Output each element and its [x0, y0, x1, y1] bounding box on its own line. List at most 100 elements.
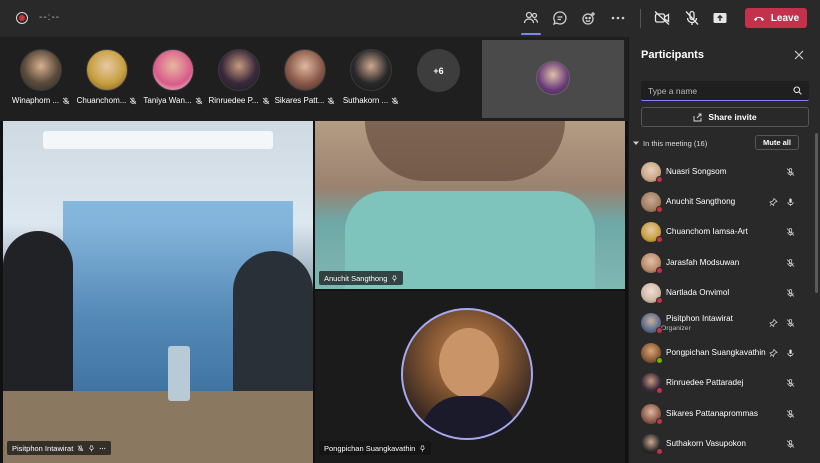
- mic-off-icon: [195, 97, 202, 104]
- share-invite-label: Share invite: [708, 112, 757, 122]
- list-item[interactable]: Sikares Pattanaprommas: [629, 399, 813, 429]
- list-item[interactable]: Jarasfah Modsuwan: [629, 248, 813, 278]
- avatar: [641, 192, 663, 214]
- participant-name: Jarasfah Modsuwan: [666, 257, 740, 267]
- participant-name: Pongpichan Suangkavathin: [324, 443, 416, 453]
- strip-participant[interactable]: Taniya Wan...: [141, 49, 205, 105]
- search-field[interactable]: [641, 81, 809, 101]
- video-grid: Pisitphon Intawirat Anuchit Sangthong Po…: [0, 121, 628, 463]
- participant-name: Anuchit Sangthong: [324, 273, 388, 283]
- video-tile[interactable]: Pisitphon Intawirat: [3, 121, 313, 463]
- list-item[interactable]: Pongpichan Suangkavathin: [629, 338, 813, 368]
- participant-name: Chuanchom Iamsa-Art: [666, 227, 748, 237]
- participant-role: Organizer: [661, 324, 691, 332]
- avatar: [641, 403, 663, 425]
- status-badge: [656, 327, 663, 335]
- mic-off-icon: [786, 288, 795, 297]
- video-name-label: Anuchit Sangthong: [319, 271, 404, 285]
- more-participants-button[interactable]: +6: [417, 49, 460, 92]
- avatar: [218, 49, 260, 91]
- chat-icon[interactable]: [550, 8, 570, 28]
- status-badge: [656, 266, 663, 274]
- mic-icon: [787, 349, 794, 358]
- participant-name: Sikares Patt...: [274, 96, 325, 105]
- reactions-icon[interactable]: [579, 8, 599, 28]
- avatar: [641, 343, 663, 365]
- video-tile[interactable]: Anuchit Sangthong: [315, 121, 625, 289]
- mic-off-icon: [391, 97, 399, 104]
- status-badge: [656, 447, 663, 455]
- video-off-icon[interactable]: [652, 8, 672, 28]
- search-input[interactable]: [648, 85, 793, 96]
- list-item[interactable]: Pisitphon Intawirat Organizer: [629, 308, 813, 338]
- more-icon[interactable]: [99, 445, 106, 452]
- mic-off-icon: [786, 319, 795, 328]
- people-icon[interactable]: [521, 8, 541, 28]
- pin-icon: [769, 198, 778, 207]
- avatar: [641, 162, 663, 184]
- mic-off-icon: [786, 228, 795, 237]
- more-icon[interactable]: [608, 8, 628, 28]
- avatar: [86, 49, 128, 91]
- mic-off-icon: [130, 97, 137, 104]
- avatar: [350, 49, 392, 91]
- participant-name: Taniya Wan...: [143, 96, 192, 105]
- strip-participant[interactable]: Chuanchom...: [75, 49, 139, 105]
- chevron-down-icon: [633, 141, 639, 145]
- share-tray-icon[interactable]: [710, 8, 730, 28]
- status-badge: [656, 387, 663, 395]
- participant-name: Rinruedee P...: [208, 96, 259, 105]
- participant-name: Pisitphon Intawirat: [12, 443, 74, 453]
- phone-icon: [753, 16, 764, 21]
- strip-participant[interactable]: Winaphom ...: [9, 49, 73, 105]
- avatar: [20, 49, 62, 91]
- section-label: In this meeting (16): [643, 138, 708, 148]
- status-badge: [656, 417, 663, 425]
- strip-participant[interactable]: Suthakorn ...: [339, 49, 403, 105]
- mic-icon: [787, 198, 794, 207]
- share-invite-button[interactable]: Share invite: [641, 107, 809, 127]
- list-item[interactable]: Nartlada Onvimol: [629, 278, 813, 308]
- meeting-toolbar: --:-- Leave: [0, 0, 820, 37]
- video-tile[interactable]: Pongpichan Suangkavathin: [315, 291, 625, 463]
- mic-off-icon: [786, 168, 795, 177]
- list-item[interactable]: Nuasri Songsom: [629, 157, 813, 187]
- close-icon[interactable]: [793, 49, 805, 61]
- mic-off-icon[interactable]: [682, 8, 702, 28]
- leave-button[interactable]: Leave: [745, 8, 807, 28]
- strip-participant[interactable]: Rinruedee P...: [207, 49, 271, 105]
- list-item[interactable]: Chuanchom Iamsa-Art: [629, 217, 813, 247]
- video-name-label: Pisitphon Intawirat: [7, 441, 112, 455]
- tumbler-cup: [168, 346, 190, 401]
- self-preview-tile: [482, 40, 624, 118]
- mic-off-icon: [62, 97, 70, 104]
- mute-all-button[interactable]: Mute all: [755, 135, 799, 150]
- scrollbar[interactable]: [815, 133, 818, 293]
- pin-icon: [769, 348, 778, 358]
- hair-shape: [365, 121, 565, 181]
- avatar: [641, 252, 663, 274]
- participant-name: Winaphom ...: [11, 96, 60, 105]
- list-item[interactable]: Rinruedee Pattaradej: [629, 368, 813, 398]
- avatar: [284, 49, 326, 91]
- participant-name: Chuanchom...: [76, 96, 127, 105]
- participant-name: Nuasri Songsom: [666, 167, 727, 177]
- avatar: [641, 222, 663, 244]
- status-badge: [656, 236, 663, 244]
- list-item[interactable]: Anuchit Sangthong: [629, 187, 813, 217]
- ceiling-light: [43, 131, 273, 149]
- avatar: [536, 61, 570, 95]
- pin-icon: [420, 445, 425, 452]
- search-icon: [793, 86, 802, 95]
- participant-name: Sikares Pattanaprommas: [666, 408, 758, 418]
- participant-name: Rinruedee Pattaradej: [666, 378, 744, 388]
- strip-participant[interactable]: Sikares Patt...: [273, 49, 337, 105]
- mic-off-icon: [77, 445, 84, 451]
- active-tab-indicator: [521, 33, 541, 35]
- avatar: [152, 49, 194, 91]
- pin-icon: [89, 445, 94, 452]
- list-item[interactable]: Suthakorn Vasupokon: [629, 429, 813, 459]
- video-name-label: Pongpichan Suangkavathin: [319, 441, 432, 455]
- share-icon: [693, 113, 702, 121]
- suit-shape: [421, 396, 517, 438]
